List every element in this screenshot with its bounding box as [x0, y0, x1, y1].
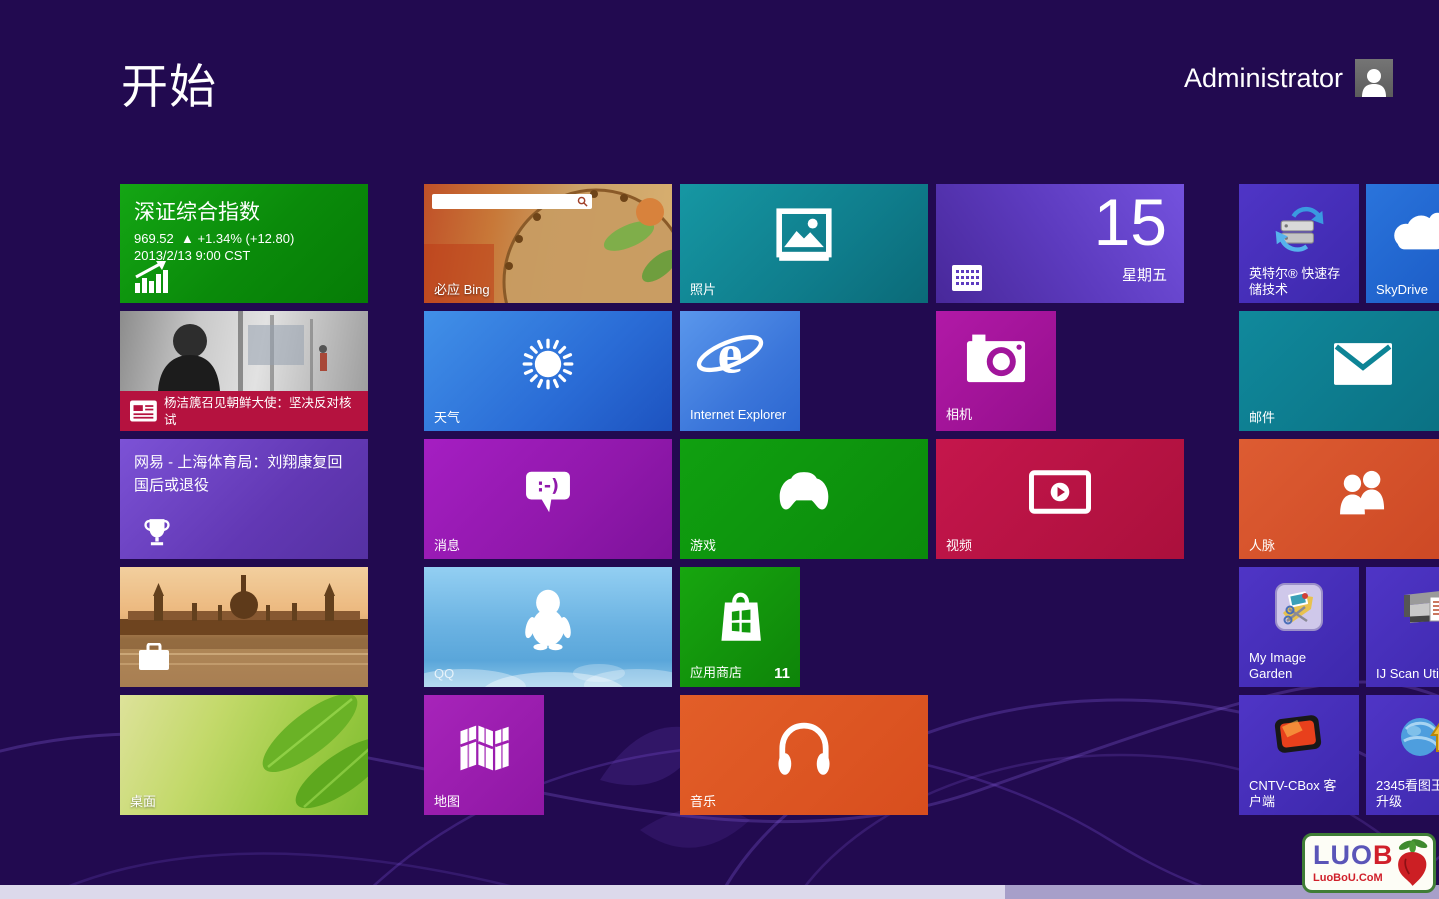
tile-qq[interactable]: QQ — [424, 567, 672, 687]
calendar-day: 15 — [1094, 186, 1167, 259]
news-photo — [120, 311, 368, 391]
tile-stock-index[interactable]: 深证综合指数 969.52 ▲ +1.34% (+12.80) 2013/2/1… — [120, 184, 368, 303]
tile-label: Internet Explorer — [690, 407, 788, 423]
tile-2345-viewer-update[interactable]: 2345看图王版本升级 — [1366, 695, 1439, 815]
tile-label: 邮件 — [1249, 410, 1439, 426]
tile-label: 人脉 — [1249, 538, 1439, 554]
tile-camera[interactable]: 相机 — [936, 311, 1056, 431]
tile-intel-rapid-storage[interactable]: 英特尔® 快速存储技术 — [1239, 184, 1359, 303]
stock-title: 深证综合指数 — [134, 196, 354, 226]
message-bubble-icon: :-) — [519, 466, 577, 518]
tile-photos[interactable]: 照片 — [680, 184, 928, 303]
tile-calendar[interactable]: 15 星期五 — [936, 184, 1184, 303]
intel-storage-icon — [1271, 202, 1327, 252]
tile-label: 地图 — [434, 794, 532, 810]
tile-cntv-cbox[interactable]: CNTV-CBox 客户端 — [1239, 695, 1359, 815]
finance-chart-icon — [134, 261, 174, 293]
tile-my-image-garden[interactable]: My Image Garden — [1239, 567, 1359, 687]
avatar[interactable] — [1355, 59, 1393, 97]
map-icon — [456, 721, 512, 775]
radish-icon — [1394, 836, 1430, 890]
tile-label: CNTV-CBox 客户端 — [1249, 778, 1347, 811]
game-controller-icon — [772, 469, 836, 515]
tile-label: 必应 Bing — [434, 282, 660, 298]
tile-store[interactable]: 应用商店 11 — [680, 567, 800, 687]
globe-update-icon — [1398, 709, 1439, 759]
photo-frame-icon — [773, 206, 835, 266]
tile-ij-scan-utility[interactable]: IJ Scan Utility — [1366, 567, 1439, 687]
tile-netease-sports[interactable]: 网易 - 上海体育局：刘翔康复回国后或退役 — [120, 439, 368, 559]
watermark-word: LUOB — [1313, 842, 1394, 869]
ie-logo-icon: e — [694, 319, 766, 391]
tile-label: My Image Garden — [1249, 650, 1347, 683]
tile-messages[interactable]: :-) 消息 — [424, 439, 672, 559]
user-name: Administrator — [1184, 63, 1343, 94]
tile-label: 照片 — [690, 282, 916, 298]
start-screen: 开始 Administrator 深证综合指数 969.52 ▲ +1.34% … — [0, 0, 1439, 899]
bing-search-input[interactable] — [432, 194, 592, 209]
tile-label: 视频 — [946, 538, 1172, 554]
svg-text:e: e — [718, 323, 743, 385]
sun-icon — [515, 331, 581, 397]
tile-weather[interactable]: 天气 — [424, 311, 672, 431]
scanner-icon — [1400, 581, 1439, 631]
tile-label: 消息 — [434, 538, 660, 554]
envelope-icon — [1334, 343, 1392, 385]
tile-label: SkyDrive — [1376, 282, 1439, 298]
tile-maps[interactable]: 地图 — [424, 695, 544, 815]
tile-label: 桌面 — [130, 794, 356, 810]
store-bag-icon — [711, 584, 769, 650]
calendar-icon — [952, 265, 982, 291]
page-title: 开始 — [121, 48, 217, 117]
horizontal-scrollbar[interactable] — [0, 885, 1439, 899]
luobou-watermark: LUOB LuoBoU.CoM — [1302, 833, 1436, 893]
trophy-icon — [140, 515, 174, 549]
headphones-icon — [772, 718, 836, 778]
news-headline: 杨洁篪召见朝鲜大使：坚决反对核试 — [164, 395, 362, 429]
watermark-word-main: LUO — [1313, 840, 1373, 870]
tile-internet-explorer[interactable]: e Internet Explorer — [680, 311, 800, 431]
tile-bing[interactable]: 必应 Bing — [424, 184, 672, 303]
newspaper-icon — [130, 399, 158, 423]
tile-label: 2345看图王版本升级 — [1376, 778, 1439, 811]
tile-label: QQ — [434, 666, 660, 682]
user-icon — [1361, 67, 1387, 97]
suitcase-icon — [138, 643, 170, 671]
clouds-icon — [1388, 206, 1439, 254]
tile-video[interactable]: 视频 — [936, 439, 1184, 559]
tile-games[interactable]: 游戏 — [680, 439, 928, 559]
stock-quote: 969.52 ▲ +1.34% (+12.80) — [134, 231, 354, 246]
user-account[interactable]: Administrator — [1184, 59, 1393, 97]
netease-headline: 网易 - 上海体育局：刘翔康复回国后或退役 — [134, 452, 350, 497]
tile-label: 游戏 — [690, 538, 916, 554]
tile-label: 天气 — [434, 410, 660, 426]
tile-label: 英特尔® 快速存储技术 — [1249, 266, 1347, 299]
tile-skydrive[interactable]: SkyDrive — [1366, 184, 1439, 303]
tile-travel[interactable] — [120, 567, 368, 687]
tile-label: IJ Scan Utility — [1376, 666, 1439, 682]
tile-music[interactable]: 音乐 — [680, 695, 928, 815]
people-icon — [1332, 468, 1394, 516]
store-update-badge: 11 — [774, 665, 790, 682]
search-icon — [577, 196, 588, 207]
tile-label: 相机 — [946, 407, 1044, 423]
news-strip: 杨洁篪召见朝鲜大使：坚决反对核试 — [120, 391, 368, 431]
scrollbar-thumb[interactable] — [0, 885, 1005, 899]
tile-desktop[interactable]: 桌面 — [120, 695, 368, 815]
svg-text::-): :-) — [537, 476, 559, 496]
tile-mail[interactable]: 邮件 — [1239, 311, 1439, 431]
tile-label: 音乐 — [690, 794, 916, 810]
qq-penguin-icon — [521, 587, 575, 653]
camera-icon — [963, 333, 1029, 385]
video-player-icon — [1029, 470, 1091, 514]
watermark-word-accent: B — [1373, 840, 1394, 870]
cntv-cbox-icon — [1273, 713, 1325, 757]
tile-people[interactable]: 人脉 — [1239, 439, 1439, 559]
tile-news[interactable]: 杨洁篪召见朝鲜大使：坚决反对核试 — [120, 311, 368, 431]
calendar-weekday: 星期五 — [1122, 264, 1167, 285]
watermark-site: LuoBoU.CoM — [1313, 873, 1394, 884]
my-image-garden-icon — [1275, 583, 1323, 631]
